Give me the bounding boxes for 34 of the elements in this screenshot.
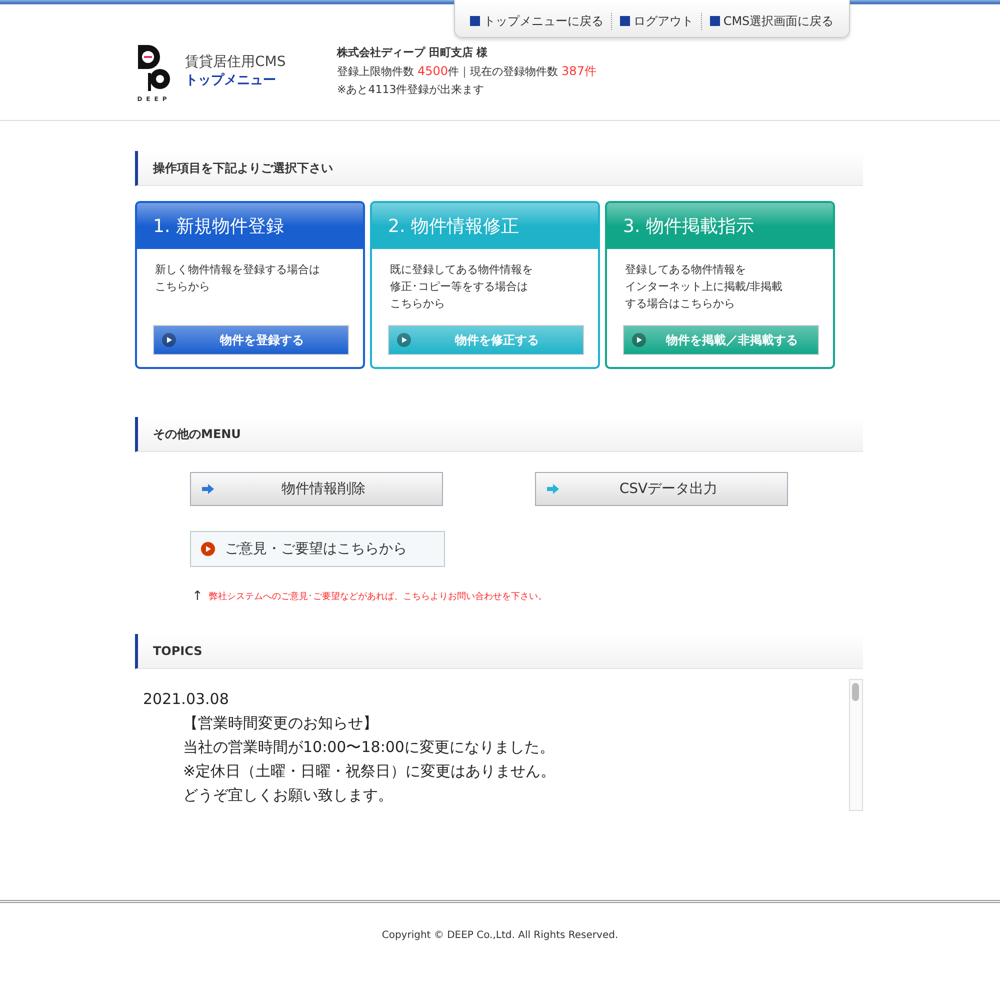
menu-button[interactable]: 物件情報削除 — [190, 472, 443, 506]
topic-line: 当社の営業時間が10:00〜18:00に変更になりました。 — [182, 737, 556, 758]
section-title: 操作項目を下記よりご選択下さい — [135, 151, 863, 186]
play-icon — [162, 333, 176, 347]
section-title: その他のMENU — [135, 417, 863, 452]
play-icon — [632, 333, 646, 347]
feedback-note: 弊社システムへのご意見･ご要望などがあれば、こちらよりお問い合わせを下さい。 — [208, 590, 547, 603]
scrollbar[interactable] — [849, 679, 863, 811]
nav-link[interactable]: ログアウト — [611, 12, 702, 30]
card-title: 2. 物件情報修正 — [372, 203, 598, 249]
up-arrow: ↑ — [192, 589, 203, 604]
card-title: 3. 物件掲載指示 — [607, 203, 833, 249]
company-name: 株式会社ディープ 田町支店 様 — [337, 45, 489, 61]
card-description: 登録してある物件情報を インターネット上に掲載/非掲載 する場合はこちらから — [624, 262, 784, 312]
page-name: トップメニュー — [185, 72, 277, 89]
copyright: Copyright © DEEP Co.,Ltd. All Rights Reserved. — [382, 930, 618, 941]
remaining-note: ※あと4113件登録が出来ます — [337, 82, 486, 98]
topic-date: 2021.03.08 — [143, 689, 230, 710]
registration-count: 登録上限物件数 4500件｜現在の登録物件数 387件 — [337, 63, 596, 80]
play-icon — [397, 333, 411, 347]
card-description: 既に登録してある物件情報を 修正･コピー等をする場合は こちらから — [389, 262, 534, 312]
section-title: TOPICS — [135, 634, 863, 669]
card-description: 新しく物件情報を登録する場合は こちらから — [154, 262, 321, 295]
play-icon — [201, 542, 215, 556]
card-title: 1. 新規物件登録 — [137, 203, 363, 249]
app-name: 賃貸居住用CMS — [185, 53, 287, 71]
card-action-button[interactable]: 物件を登録する — [153, 325, 349, 355]
menu-button[interactable]: CSVデータ出力 — [535, 472, 788, 506]
nav-link[interactable]: トップメニューに戻る — [462, 12, 612, 30]
topic-line: どうぞ宜しくお願い致します。 — [182, 785, 394, 806]
feedback-button[interactable]: ご意見・ご要望はこちらから — [190, 531, 445, 567]
nav-link[interactable]: CMS選択画面に戻る — [701, 12, 842, 30]
topic-line: ※定休日（土曜・日曜・祝祭日）に変更はありません。 — [182, 761, 557, 782]
topic-line: 【営業時間変更のお知らせ】 — [182, 713, 379, 734]
